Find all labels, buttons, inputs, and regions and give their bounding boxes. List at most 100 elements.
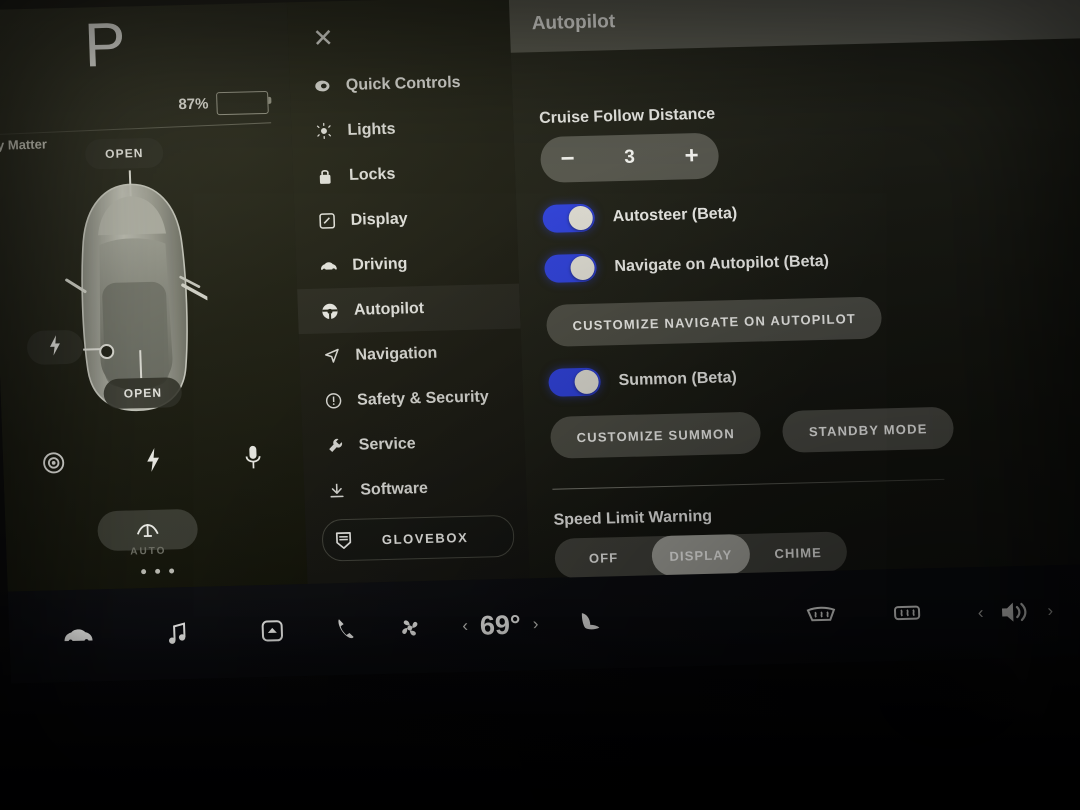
gear-indicator: P bbox=[83, 10, 128, 81]
cruise-follow-distance-stepper[interactable]: − 3 + bbox=[539, 132, 720, 183]
media-expand-icon[interactable] bbox=[261, 620, 284, 643]
autosteer-row: Autosteer (Beta) bbox=[542, 191, 1080, 233]
segment-off[interactable]: OFF bbox=[554, 536, 653, 578]
autopilot-settings-panel: Autopilot Cruise Follow Distance − 3 + A… bbox=[508, 0, 1080, 608]
charge-bolt-icon[interactable] bbox=[130, 437, 176, 482]
display-icon bbox=[316, 212, 337, 229]
toggle-knob bbox=[568, 205, 594, 231]
steering-lock-icon[interactable] bbox=[30, 440, 76, 485]
seat-heater-icon[interactable] bbox=[578, 610, 603, 637]
sidebar-item-label: Software bbox=[360, 479, 429, 499]
sidebar-item-label: Locks bbox=[348, 165, 396, 184]
car-visualization-panel: P 87% ey Matter OPEN OPEN AUTO bbox=[0, 2, 308, 592]
increment-button[interactable]: + bbox=[684, 142, 699, 169]
settings-menu-list: Quick Controls Lights Locks Display Driv… bbox=[289, 59, 527, 514]
alert-circle-icon bbox=[323, 392, 344, 409]
close-icon[interactable]: ✕ bbox=[308, 23, 339, 54]
panel-divider bbox=[0, 122, 272, 136]
open-frunk-button[interactable]: OPEN bbox=[84, 137, 165, 170]
battery-nub bbox=[268, 96, 272, 104]
car-app-icon[interactable] bbox=[63, 626, 94, 645]
glovebox-button[interactable]: GLOVEBOX bbox=[321, 514, 515, 562]
steering-wheel-icon bbox=[320, 302, 341, 320]
cruise-follow-distance-value: 3 bbox=[623, 146, 636, 168]
charge-bolt-icon bbox=[47, 334, 64, 361]
navigation-arrow-icon bbox=[321, 347, 342, 364]
temperature-value: 69° bbox=[479, 609, 522, 641]
defrost-rear-icon[interactable] bbox=[891, 603, 922, 626]
sidebar-item-label: Navigation bbox=[355, 344, 438, 364]
standby-mode-button[interactable]: STANDBY MODE bbox=[782, 406, 955, 453]
download-icon bbox=[326, 482, 347, 499]
phone-icon[interactable] bbox=[335, 617, 358, 642]
quick-control-row bbox=[2, 434, 303, 486]
page-indicator-dots[interactable] bbox=[7, 565, 307, 578]
tesla-touchscreen: 7:07 AM 74° F Easy Entry bbox=[0, 0, 1080, 684]
volume-control[interactable]: ‹ › bbox=[977, 598, 1053, 626]
open-trunk-button[interactable]: OPEN bbox=[103, 377, 183, 410]
wiper-mode-label: AUTO bbox=[130, 545, 167, 558]
sidebar-item-service[interactable]: Service bbox=[302, 419, 526, 470]
temperature-increase-icon[interactable]: › bbox=[532, 614, 538, 634]
customize-navigate-on-autopilot-button[interactable]: CUSTOMIZE NAVIGATE ON AUTOPILOT bbox=[545, 296, 883, 347]
sidebar-item-lights[interactable]: Lights bbox=[291, 104, 515, 155]
settings-sidebar: ✕ Quick Controls Lights Locks Display Dr… bbox=[286, 0, 530, 585]
sidebar-item-label: Quick Controls bbox=[345, 73, 461, 94]
navigate-on-autopilot-toggle[interactable] bbox=[544, 253, 598, 283]
navigate-on-autopilot-row: Navigate on Autopilot (Beta) bbox=[544, 241, 1080, 283]
sidebar-item-safety-security[interactable]: Safety & Security bbox=[300, 374, 524, 425]
sidebar-item-label: Autopilot bbox=[353, 299, 425, 319]
toggle-knob bbox=[570, 255, 595, 281]
lights-icon bbox=[313, 122, 334, 140]
music-app-icon[interactable] bbox=[167, 621, 188, 645]
wiper-icon bbox=[134, 516, 161, 544]
microphone-icon[interactable] bbox=[230, 435, 276, 480]
glovebox-label: GLOVEBOX bbox=[381, 529, 469, 547]
summon-label: Summon (Beta) bbox=[618, 369, 738, 390]
sidebar-item-label: Display bbox=[350, 209, 408, 229]
car-icon bbox=[318, 259, 338, 273]
page-dot[interactable] bbox=[168, 568, 174, 574]
volume-icon[interactable] bbox=[999, 599, 1032, 626]
navigate-on-autopilot-label: Navigate on Autopilot (Beta) bbox=[614, 252, 830, 276]
photo-canvas: 7:07 AM 74° F Easy Entry bbox=[0, 0, 1080, 810]
sidebar-item-navigation[interactable]: Navigation bbox=[299, 329, 523, 380]
battery-indicator[interactable]: 87% bbox=[178, 90, 272, 116]
speed-limit-warning-label: Speed Limit Warning bbox=[553, 507, 713, 529]
summon-toggle[interactable] bbox=[548, 367, 602, 397]
sidebar-item-display[interactable]: Display bbox=[294, 194, 518, 245]
page-dot[interactable] bbox=[140, 569, 146, 575]
cruise-follow-distance-label: Cruise Follow Distance bbox=[538, 105, 716, 128]
volume-decrease-icon[interactable]: ‹ bbox=[977, 603, 983, 623]
page-dot[interactable] bbox=[154, 568, 160, 574]
sidebar-item-label: Service bbox=[358, 434, 416, 454]
defrost-front-icon[interactable] bbox=[805, 606, 836, 629]
volume-increase-icon[interactable]: › bbox=[1047, 601, 1053, 621]
climate-temperature-control[interactable]: ‹ 69° › bbox=[462, 609, 539, 642]
temperature-decrease-icon[interactable]: ‹ bbox=[462, 616, 468, 636]
sidebar-item-driving[interactable]: Driving bbox=[296, 239, 520, 290]
summon-row: Summon (Beta) bbox=[548, 355, 1080, 397]
media-now-playing-label: ey Matter bbox=[0, 136, 48, 153]
sidebar-item-label: Lights bbox=[347, 120, 396, 139]
sidebar-item-quick-controls[interactable]: Quick Controls bbox=[289, 59, 513, 110]
glovebox-icon bbox=[323, 530, 364, 550]
wrench-icon bbox=[324, 437, 345, 454]
quick-controls-icon bbox=[312, 77, 333, 94]
charge-port-button[interactable] bbox=[26, 329, 84, 366]
autosteer-toggle[interactable] bbox=[542, 203, 596, 233]
autosteer-label: Autosteer (Beta) bbox=[612, 205, 738, 226]
page-title: Autopilot bbox=[531, 11, 616, 35]
toggle-knob bbox=[574, 369, 600, 395]
section-divider bbox=[552, 478, 945, 490]
sidebar-item-software[interactable]: Software bbox=[304, 463, 528, 514]
lock-icon bbox=[315, 167, 336, 185]
customize-summon-button[interactable]: CUSTOMIZE SUMMON bbox=[549, 411, 762, 459]
sidebar-item-autopilot[interactable]: Autopilot bbox=[297, 283, 521, 335]
fan-icon[interactable] bbox=[397, 615, 423, 641]
decrement-button[interactable]: − bbox=[560, 145, 575, 172]
sidebar-item-locks[interactable]: Locks bbox=[292, 149, 516, 200]
segment-display[interactable]: DISPLAY bbox=[651, 533, 751, 577]
segment-chime[interactable]: CHIME bbox=[749, 531, 848, 573]
sidebar-item-label: Driving bbox=[351, 254, 408, 274]
